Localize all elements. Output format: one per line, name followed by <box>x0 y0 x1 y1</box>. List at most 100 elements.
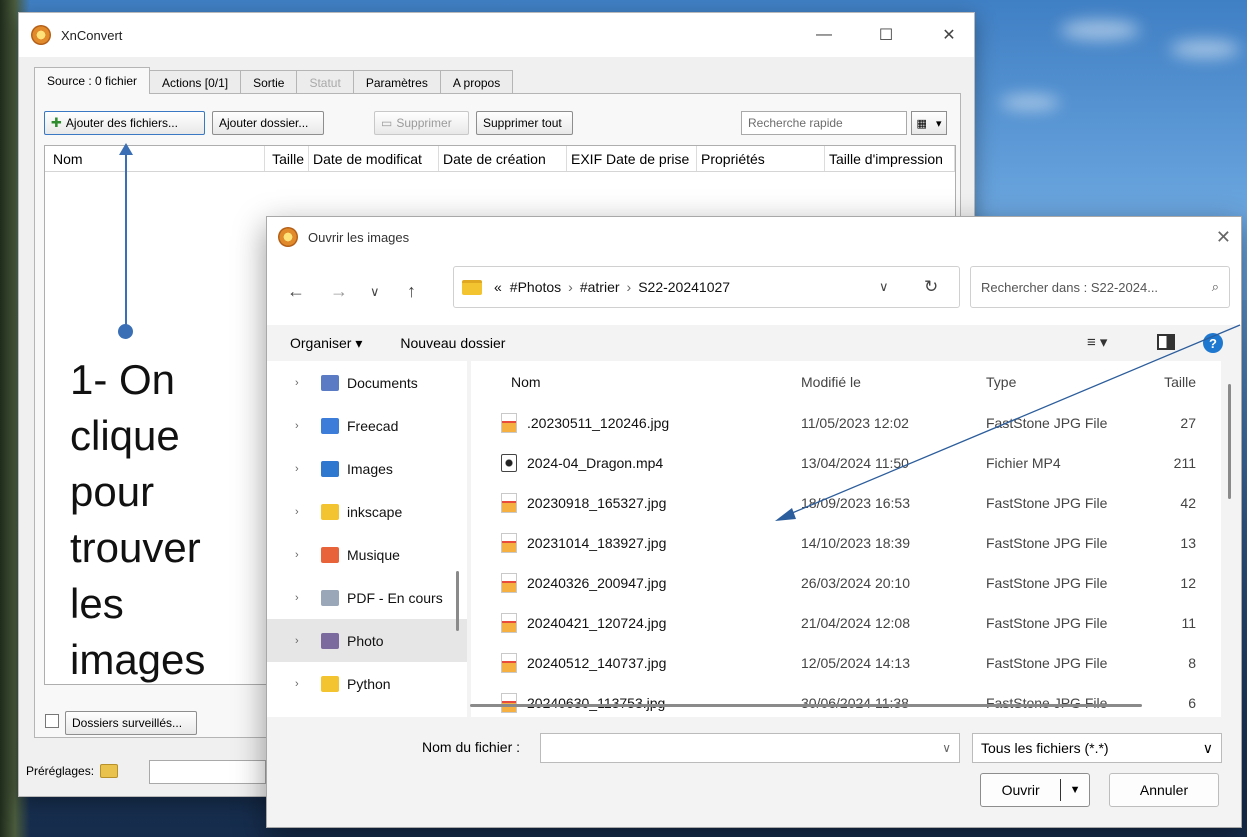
back-arrow-icon[interactable]: ← <box>287 281 305 302</box>
breadcrumb-current-folder[interactable]: S22-20241027 <box>638 279 730 295</box>
expand-chevron-icon[interactable]: › <box>295 377 321 389</box>
column-modified[interactable]: Modifié le <box>801 374 986 390</box>
expand-chevron-icon[interactable]: › <box>295 635 321 647</box>
tab-2[interactable]: Sortie <box>240 70 298 94</box>
nav-item-2[interactable]: › Images <box>267 447 467 490</box>
navigation-pane[interactable]: › Documents › Freecad › Images › inkscape › Musiq… <box>267 361 467 717</box>
presets-label: Préréglages: <box>26 764 95 778</box>
column-header-2[interactable]: Date de modificat <box>309 146 439 171</box>
forward-arrow-icon[interactable]: → <box>330 281 348 302</box>
up-arrow-icon[interactable]: ↑ <box>407 281 416 302</box>
cancel-button[interactable]: Annuler <box>1109 773 1219 807</box>
file-modified: 14/10/2023 18:39 <box>801 535 910 551</box>
file-row[interactable]: .20230511_120246.jpg 11/05/2023 12:02 Fast… <box>471 403 1221 443</box>
column-header-6[interactable]: Taille d'impression <box>825 146 955 171</box>
dialog-title: Ouvrir les images <box>308 229 410 245</box>
column-header-5[interactable]: Propriétés <box>697 146 825 171</box>
expand-chevron-icon[interactable]: › <box>295 420 321 432</box>
refresh-icon[interactable]: ↻ <box>924 277 938 297</box>
add-files-button[interactable]: ✚ Ajouter des fichiers... <box>44 111 205 135</box>
open-button[interactable]: Ouvrir ▼ <box>980 773 1090 807</box>
remove-all-label: Supprimer tout <box>483 116 562 130</box>
dialog-search-input[interactable]: Rechercher dans : S22-2024... ⌕ <box>970 266 1230 308</box>
open-images-dialog: Ouvrir les images ✕ ← → ∨ ↑ « #Photos › … <box>266 216 1242 828</box>
file-modified: 18/09/2023 16:53 <box>801 495 910 511</box>
file-list-vertical-scrollbar[interactable] <box>1228 384 1231 499</box>
expand-chevron-icon[interactable]: › <box>295 592 321 604</box>
tab-5[interactable]: A propos <box>439 70 514 94</box>
nav-item-8[interactable]: ›Site ARB <box>267 705 467 717</box>
filename-input[interactable]: ∨ <box>540 733 960 763</box>
column-header-1[interactable]: Taille <box>265 146 309 171</box>
nav-item-1[interactable]: › Freecad <box>267 404 467 447</box>
dialog-footer: Nom du fichier : ∨ Tous les fichiers (*.… <box>267 717 1241 827</box>
file-type: Fichier MP4 <box>986 455 1061 471</box>
file-modified: 11/05/2023 12:02 <box>801 415 909 431</box>
new-folder-button[interactable]: Nouveau dossier <box>400 335 505 351</box>
window-title: XnConvert <box>61 27 123 43</box>
tab-4[interactable]: Paramètres <box>352 70 441 94</box>
expand-chevron-icon[interactable]: › <box>295 549 321 561</box>
file-row[interactable]: 20231014_183927.jpg 14/10/2023 18:39 FastS… <box>471 523 1221 563</box>
file-list[interactable]: Nom Modifié le Type Taille .20230511_120… <box>471 361 1221 717</box>
preview-pane-icon[interactable] <box>1157 334 1175 350</box>
tab-0[interactable]: Source : 0 fichier <box>34 67 151 94</box>
file-list-horizontal-scrollbar[interactable] <box>470 704 1142 707</box>
filetype-select[interactable]: Tous les fichiers (*.*) ∨ <box>972 733 1222 763</box>
column-header-0[interactable]: Nom <box>45 146 265 171</box>
nav-item-3[interactable]: › inkscape <box>267 490 467 533</box>
column-type[interactable]: Type <box>986 374 1146 390</box>
watched-folders-button[interactable]: Dossiers surveillés... <box>65 711 197 735</box>
desktop-cloud <box>1000 95 1060 110</box>
dialog-app-icon <box>278 227 298 247</box>
file-row[interactable]: 20240421_120724.jpg 21/04/2024 12:08 FastS… <box>471 603 1221 643</box>
minimize-icon[interactable]: — <box>804 23 844 47</box>
open-options-chevron-icon[interactable]: ▼ <box>1061 784 1089 796</box>
column-size[interactable]: Taille <box>1146 374 1206 390</box>
view-options-icon[interactable]: ≡ ▾ <box>1087 333 1107 351</box>
nav-item-5[interactable]: › PDF - En cours <box>267 576 467 619</box>
nav-item-0[interactable]: › Documents <box>267 361 467 404</box>
file-row[interactable]: 20230918_165327.jpg 18/09/2023 16:53 FastS… <box>471 483 1221 523</box>
breadcrumb-atrier[interactable]: #atrier <box>580 279 620 295</box>
presets-folder-icon[interactable] <box>100 764 119 778</box>
file-row[interactable]: 20240630_113753.jpg 30/06/2024 11:38 FastS… <box>471 683 1221 717</box>
add-folder-button[interactable]: Ajouter dossier... <box>212 111 324 135</box>
recent-chevron-icon[interactable]: ∨ <box>370 284 380 300</box>
expand-chevron-icon[interactable]: › <box>295 678 321 690</box>
column-name[interactable]: Nom <box>471 374 801 390</box>
expand-chevron-icon[interactable]: › <box>295 506 321 518</box>
address-dropdown-icon[interactable]: ∨ <box>879 279 889 295</box>
nav-item-4[interactable]: › Musique <box>267 533 467 576</box>
image-file-icon <box>501 693 517 713</box>
expand-chevron-icon[interactable]: › <box>295 463 321 475</box>
watched-folders-checkbox[interactable] <box>45 714 59 728</box>
filename-dropdown-icon[interactable]: ∨ <box>942 741 951 755</box>
nav-item-6[interactable]: › Photo <box>267 619 467 662</box>
column-header-4[interactable]: EXIF Date de prise <box>567 146 697 171</box>
file-row[interactable]: 20240326_200947.jpg 26/03/2024 20:10 FastS… <box>471 563 1221 603</box>
desktop-cloud <box>1060 20 1140 40</box>
filename-label: Nom du fichier : <box>422 739 521 755</box>
breadcrumb-photos[interactable]: #Photos <box>510 279 561 295</box>
file-row[interactable]: 2024-04_Dragon.mp4 13/04/2024 11:50 Fichie… <box>471 443 1221 483</box>
image-file-icon <box>501 493 517 513</box>
nav-pane-scrollbar[interactable] <box>456 571 459 631</box>
column-header-3[interactable]: Date de création <box>439 146 567 171</box>
file-row[interactable]: 20240512_140737.jpg 12/05/2024 14:13 FastS… <box>471 643 1221 683</box>
maximize-icon[interactable]: ☐ <box>866 23 906 47</box>
presets-select[interactable] <box>149 760 266 784</box>
address-bar[interactable]: « #Photos › #atrier › S22-20241027 ∨ ↻ <box>453 266 960 308</box>
tab-3[interactable]: Statut <box>296 70 354 94</box>
dialog-close-icon[interactable]: ✕ <box>1216 227 1231 248</box>
quick-search-input[interactable]: Recherche rapide <box>741 111 907 135</box>
nav-item-7[interactable]: › Python <box>267 662 467 705</box>
close-icon[interactable]: ✕ <box>929 23 969 47</box>
tab-1[interactable]: Actions [0/1] <box>149 70 242 94</box>
breadcrumb-overflow[interactable]: « <box>494 279 502 295</box>
remove-all-button[interactable]: Supprimer tout <box>476 111 573 135</box>
help-icon[interactable]: ? <box>1203 333 1223 353</box>
view-mode-button[interactable]: ▦ ▾ <box>911 111 947 135</box>
organize-button[interactable]: Organiser ▾ <box>290 335 362 352</box>
remove-button[interactable]: ▭ Supprimer <box>374 111 469 135</box>
